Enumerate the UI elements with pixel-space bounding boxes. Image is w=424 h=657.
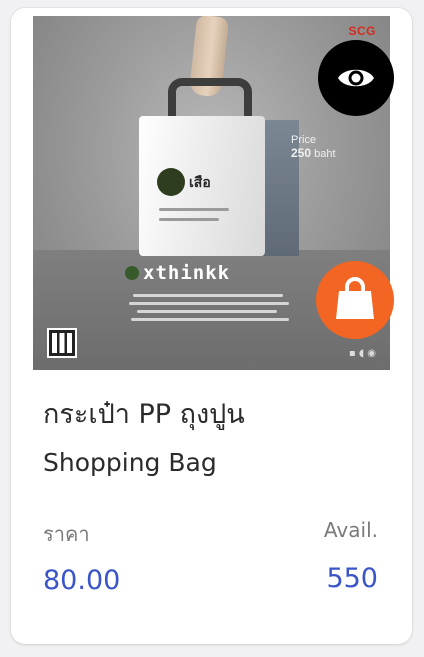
quick-view-button[interactable] bbox=[318, 40, 394, 116]
eye-icon bbox=[338, 69, 374, 87]
bag-logo-text: เสือ bbox=[189, 174, 211, 190]
image-price-tag: Price 250 baht bbox=[291, 134, 336, 160]
product-name-english: Shopping Bag bbox=[43, 448, 217, 477]
shopping-bag-icon bbox=[336, 277, 374, 319]
price-value: 80.00 bbox=[43, 565, 121, 596]
product-card[interactable]: SCG เสือ Price 250 baht xthinkk ▪ ◖ ◉ กร… bbox=[11, 8, 412, 644]
banner-brand: xthinkk bbox=[143, 262, 231, 284]
availability-label: Avail. bbox=[323, 518, 378, 542]
add-to-cart-button[interactable] bbox=[316, 261, 394, 339]
banner-logo-icon bbox=[125, 266, 139, 280]
image-price-tag-value: 250 bbox=[291, 146, 312, 160]
price-label: ราคา bbox=[43, 522, 90, 546]
bag-logo-icon bbox=[157, 168, 185, 196]
qr-code-icon bbox=[47, 328, 77, 358]
product-name-thai: กระเป๋า PP ถุงปูน bbox=[43, 399, 245, 430]
image-price-tag-label: Price bbox=[291, 134, 317, 146]
bag-illustration: เสือ bbox=[139, 116, 265, 256]
availability-value: 550 bbox=[326, 563, 378, 594]
image-price-tag-unit: baht bbox=[314, 148, 336, 160]
brand-logo: SCG bbox=[348, 24, 376, 38]
social-icons: ▪ ◖ ◉ bbox=[348, 348, 376, 359]
